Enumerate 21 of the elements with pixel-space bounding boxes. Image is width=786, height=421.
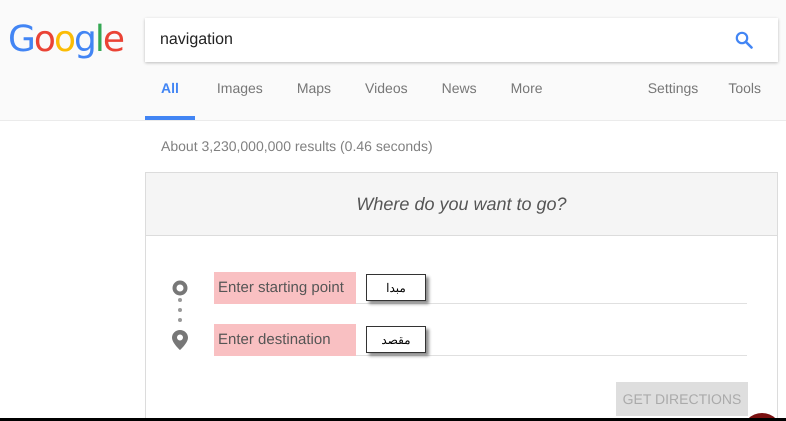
toolbar-link[interactable]: Settings: [648, 78, 698, 120]
card-title: Where do you want to go?: [356, 192, 567, 216]
tab[interactable]: More: [498, 78, 555, 120]
input-field[interactable]: Enter starting point: [214, 272, 356, 304]
result-stats: About 3,230,000,000 results (0.46 seconds): [161, 138, 433, 154]
search-input: navigation: [160, 28, 735, 52]
annotation-label: مبدا: [366, 274, 426, 301]
tab[interactable]: All: [145, 78, 195, 120]
google-logo[interactable]: Google: [0, 22, 145, 58]
tab[interactable]: Maps: [284, 78, 344, 120]
toolbar-link[interactable]: Tools: [728, 78, 761, 120]
annotation-label: مقصد: [366, 326, 426, 353]
tab[interactable]: News: [430, 78, 489, 120]
map-pin-icon: [172, 330, 188, 350]
input-field[interactable]: Enter destination: [214, 324, 356, 356]
tab[interactable]: Images: [204, 78, 275, 120]
search-icon[interactable]: [735, 31, 753, 49]
circle-marker-icon: [172, 280, 188, 296]
tab[interactable]: Videos: [353, 78, 420, 120]
dotted-connector: [178, 298, 182, 322]
search-field[interactable]: navigation: [145, 18, 778, 62]
